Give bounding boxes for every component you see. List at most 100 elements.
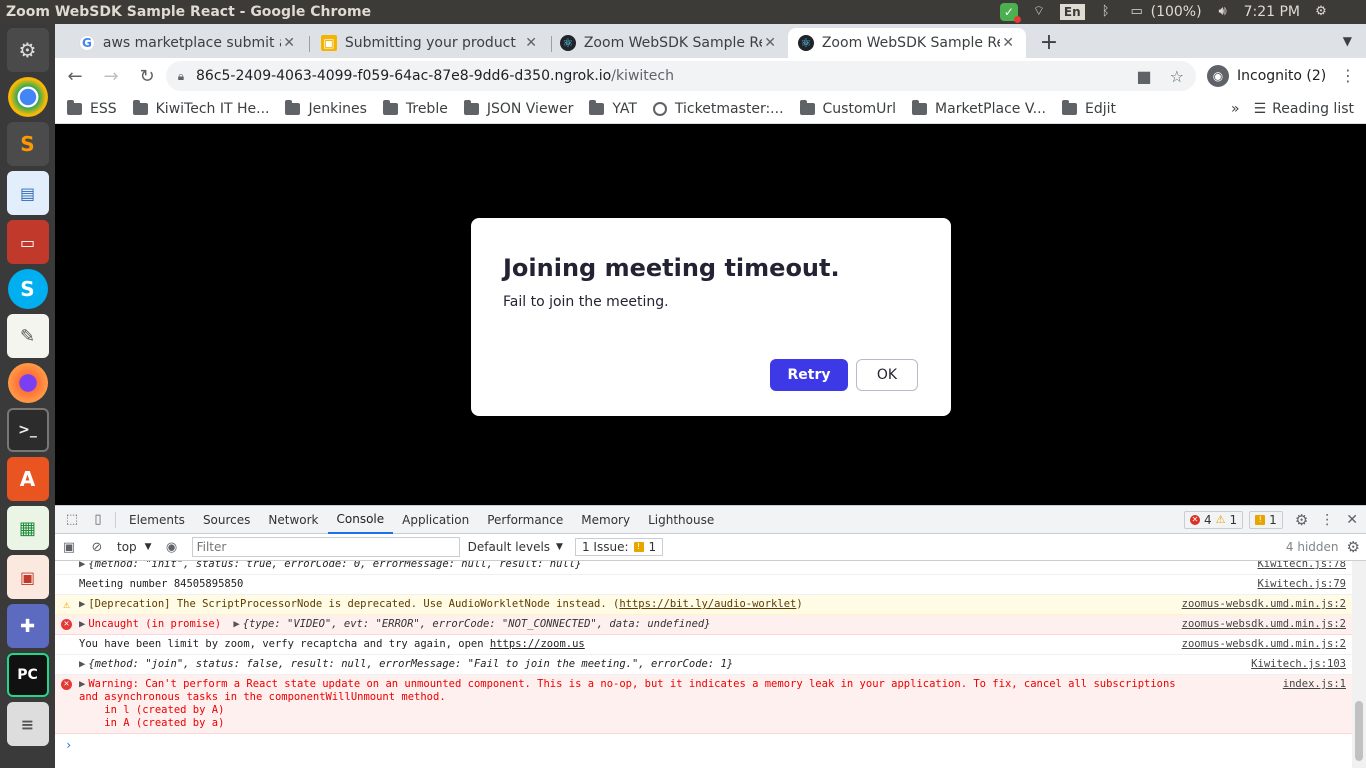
console-filter-input[interactable] (191, 537, 460, 557)
new-tab-plus-icon[interactable]: + (1037, 30, 1061, 55)
tab-search-chevron-icon[interactable]: ▼ (1343, 34, 1352, 48)
camera-blocked-icon[interactable]: ■ (1137, 67, 1152, 86)
console-error[interactable]: ✕ ▶ Uncaught (in promise) ▶ {type: "VIDEO"… (55, 615, 1352, 635)
source-link[interactable]: Kiwitech.js:103 (1251, 658, 1346, 671)
bookmark-link[interactable]: Ticketmaster:... (652, 101, 784, 117)
devtools-tab-memory[interactable]: Memory (572, 506, 639, 534)
close-tab-icon[interactable]: ✕ (1000, 35, 1016, 51)
live-expression-eye-icon[interactable]: ◉ (158, 540, 186, 555)
console-message[interactable]: ▶ {method: "init", status: true, errorCod… (55, 561, 1352, 575)
bookmark-folder[interactable]: Jenkines (285, 99, 367, 117)
bookmark-folder[interactable]: YAT (589, 99, 637, 117)
devtools-close-icon[interactable]: ✕ (1346, 512, 1358, 528)
source-link[interactable]: index.js:1 (1283, 678, 1346, 691)
bookmark-folder[interactable]: Treble (382, 99, 448, 117)
console-error[interactable]: ✕ ▶ Warning: Can't perform a React state … (55, 675, 1352, 734)
console-prompt[interactable]: › (55, 734, 1352, 756)
sublime-text-icon[interactable]: S (6, 122, 49, 166)
devtools-tab-performance[interactable]: Performance (478, 506, 572, 534)
inspect-element-icon[interactable]: ⬚ (59, 512, 85, 527)
pycharm-icon[interactable]: PC (6, 653, 49, 697)
back-arrow-icon[interactable]: ← (59, 60, 91, 92)
bookmark-folder[interactable]: JSON Viewer (463, 99, 573, 117)
ok-button[interactable]: OK (856, 359, 918, 391)
show-sidebar-icon[interactable]: ▣ (55, 540, 83, 555)
skype-icon[interactable]: S (7, 269, 48, 309)
firefox-icon[interactable] (7, 363, 48, 403)
expand-triangle-icon[interactable]: ▶ (79, 618, 85, 630)
error-warning-counter[interactable]: ✕ 4 ⚠ 1 (1184, 510, 1244, 529)
volume-icon[interactable]: 🔊︎ (1214, 4, 1232, 20)
console-link[interactable]: https://zoom.us (490, 638, 585, 650)
context-selector[interactable]: top ▼ (111, 540, 158, 554)
bookmark-folder[interactable]: Edjit (1061, 99, 1116, 117)
retry-button[interactable]: Retry (770, 359, 848, 391)
log-levels-dropdown[interactable]: Default levels ▼ (468, 540, 563, 554)
tab-zoom-websdk-active[interactable]: ⚛ Zoom WebSDK Sample Re ✕ (788, 28, 1026, 58)
system-tools-icon[interactable]: ✚ (6, 604, 49, 648)
address-bar[interactable]: 🔒︎ 86c5-2409-4063-4099-f059-64ac-87e8-9d… (166, 61, 1196, 91)
device-toolbar-icon[interactable]: ▯ (85, 512, 111, 527)
source-link[interactable]: Kiwitech.js:78 (1257, 561, 1346, 571)
console-settings-gear-icon[interactable]: ⚙ (1347, 538, 1366, 556)
bookmark-folder[interactable]: MarketPlace V... (912, 99, 1046, 117)
devtools-tab-sources[interactable]: Sources (194, 506, 259, 534)
close-tab-icon[interactable]: ✕ (762, 35, 778, 51)
source-link[interactable]: zoomus-websdk.umd.min.js:2 (1182, 618, 1346, 631)
stacked-apps-icon[interactable]: ≡ (6, 702, 49, 746)
forward-arrow-icon[interactable]: → (95, 60, 127, 92)
close-tab-icon[interactable]: ✕ (281, 35, 297, 51)
devtools-tab-console[interactable]: Console (327, 506, 394, 534)
devtools-tab-application[interactable]: Application (393, 506, 478, 534)
devtools-tab-network[interactable]: Network (259, 506, 327, 534)
console-message[interactable]: You have been limit by zoom, verfy recap… (55, 635, 1352, 655)
bookmark-folder[interactable]: ESS (67, 99, 117, 117)
console-scrollbar[interactable] (1352, 561, 1366, 768)
expand-triangle-icon[interactable]: ▶ (79, 658, 85, 670)
scrollbar-thumb[interactable] (1355, 701, 1363, 761)
close-tab-icon[interactable]: ✕ (523, 35, 539, 51)
keyboard-layout-indicator[interactable]: En (1059, 4, 1085, 20)
terminal-icon[interactable]: >_ (6, 408, 49, 452)
text-editor-icon[interactable]: ✎ (6, 314, 49, 358)
source-link[interactable]: Kiwitech.js:79 (1257, 578, 1346, 591)
file-cabinet-icon[interactable]: ▭ (6, 220, 49, 264)
tab-aws-marketplace[interactable]: G aws marketplace submit a ✕ (69, 28, 307, 58)
bluetooth-icon[interactable]: ᛒ (1097, 4, 1115, 20)
expand-triangle-icon[interactable]: ▶ (79, 561, 85, 570)
presentation-icon[interactable]: ▣ (6, 555, 49, 599)
image-viewer-icon[interactable]: ▤ (6, 171, 49, 215)
reload-icon[interactable]: ↻ (131, 60, 163, 92)
reading-list-button[interactable]: ☰ Reading list (1254, 101, 1354, 117)
update-notifier-icon[interactable]: ✓ (999, 3, 1021, 23)
devtools-tab-elements[interactable]: Elements (120, 506, 194, 534)
issues-counter[interactable]: ! 1 (1249, 510, 1283, 529)
wifi-icon[interactable]: ⌔ (1030, 4, 1048, 20)
chrome-menu-kebab-icon[interactable]: ⋮ (1340, 66, 1356, 85)
lock-icon[interactable]: 🔒︎ (166, 69, 196, 84)
spreadsheet-icon[interactable]: ▦ (6, 506, 49, 550)
bookmark-folder[interactable]: CustomUrl (799, 99, 896, 117)
power-gear-icon[interactable]: ⚙ (1312, 4, 1330, 20)
bookmark-star-icon[interactable]: ☆ (1170, 67, 1184, 86)
bookmark-folder[interactable]: KiwiTech IT He... (132, 99, 269, 117)
expand-triangle-icon[interactable]: ▶ (79, 678, 85, 690)
incognito-profile-button[interactable]: ◉ Incognito (2) (1197, 61, 1336, 91)
clear-console-icon[interactable]: ⊘ (83, 540, 111, 555)
clock[interactable]: 7:21 PM (1244, 4, 1300, 20)
issues-button[interactable]: 1 Issue: ! 1 (574, 538, 664, 556)
system-settings-icon[interactable]: ⚙ (6, 28, 49, 72)
console-message[interactable]: ▶ {method: "join", status: false, result:… (55, 655, 1352, 675)
devtools-tab-lighthouse[interactable]: Lighthouse (639, 506, 723, 534)
tab-zoom-websdk-1[interactable]: ⚛ Zoom WebSDK Sample Re ✕ (550, 28, 788, 58)
console-link[interactable]: https://bit.ly/audio-worklet (619, 598, 796, 610)
chrome-icon[interactable] (7, 77, 48, 117)
more-bookmarks-chevron-icon[interactable]: » (1231, 101, 1240, 117)
source-link[interactable]: zoomus-websdk.umd.min.js:2 (1182, 638, 1346, 651)
expand-triangle-icon[interactable]: ▶ (79, 598, 85, 610)
devtools-more-kebab-icon[interactable]: ⋮ (1320, 512, 1334, 528)
console-message[interactable]: Meeting number 84505895850 Kiwitech.js:7… (55, 575, 1352, 595)
source-link[interactable]: zoomus-websdk.umd.min.js:2 (1182, 598, 1346, 611)
app-store-icon[interactable]: A (6, 457, 49, 501)
battery-indicator[interactable]: ▭ (100%) (1127, 4, 1201, 20)
